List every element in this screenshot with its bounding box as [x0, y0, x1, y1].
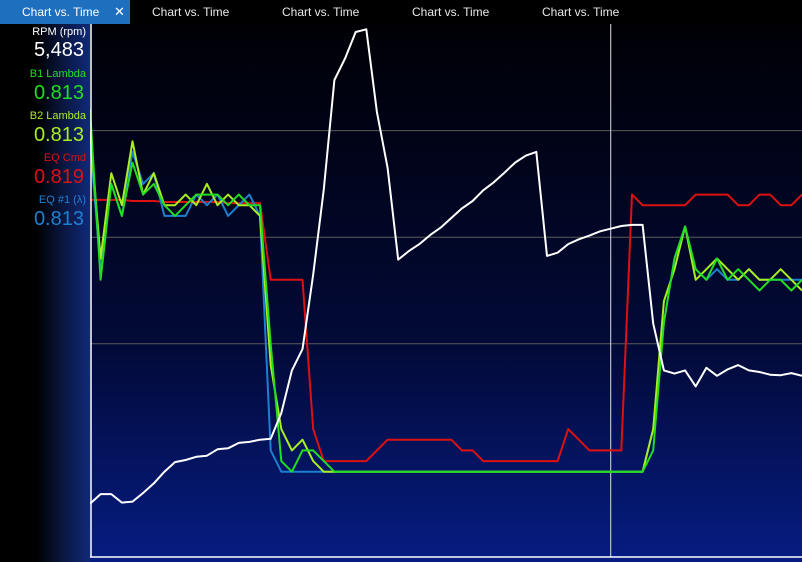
tab-label: Chart vs. Time — [542, 5, 620, 19]
legend-value-eq1: 0.813 — [33, 208, 84, 230]
chart-svg[interactable] — [90, 24, 802, 562]
legend-value-b2-lambda: 0.813 — [33, 124, 84, 146]
tab-label: Chart vs. Time — [152, 5, 230, 19]
tab-chart-vs-time-4[interactable]: Chart vs. Time — [412, 0, 489, 24]
legend-name-rpm: RPM (rpm) — [32, 26, 86, 38]
tab-chart-vs-time-3[interactable]: Chart vs. Time — [282, 0, 359, 24]
legend-value-b1-lambda: 0.813 — [33, 82, 84, 104]
legend-name-b1-lambda: B1 Lambda — [29, 68, 86, 80]
channel-legend: RPM (rpm) 5,483 B1 Lambda 0.813 B2 Lambd… — [0, 24, 90, 562]
legend-value-eq-cmd: 0.819 — [33, 166, 84, 188]
close-icon[interactable]: ✕ — [114, 0, 125, 24]
tab-label: Chart vs. Time — [412, 5, 490, 19]
legend-name-b2-lambda: B2 Lambda — [29, 110, 86, 122]
legend-value-rpm: 5,483 — [33, 39, 84, 61]
legend-name-eq1: EQ #1 (λ) — [38, 194, 86, 206]
tab-chart-vs-time-1[interactable]: Chart vs. Time ✕ — [0, 0, 130, 24]
legend-name-eq-cmd: EQ Cmd — [43, 152, 86, 164]
tab-bar: Chart vs. Time ✕ Chart vs. Time Chart vs… — [0, 0, 802, 24]
plot-background — [90, 24, 802, 562]
tab-chart-vs-time-5[interactable]: Chart vs. Time — [542, 0, 619, 24]
tab-chart-vs-time-2[interactable]: Chart vs. Time — [152, 0, 229, 24]
plot-area[interactable] — [90, 24, 802, 562]
tab-label: Chart vs. Time — [282, 5, 360, 19]
tab-label: Chart vs. Time — [22, 5, 100, 19]
